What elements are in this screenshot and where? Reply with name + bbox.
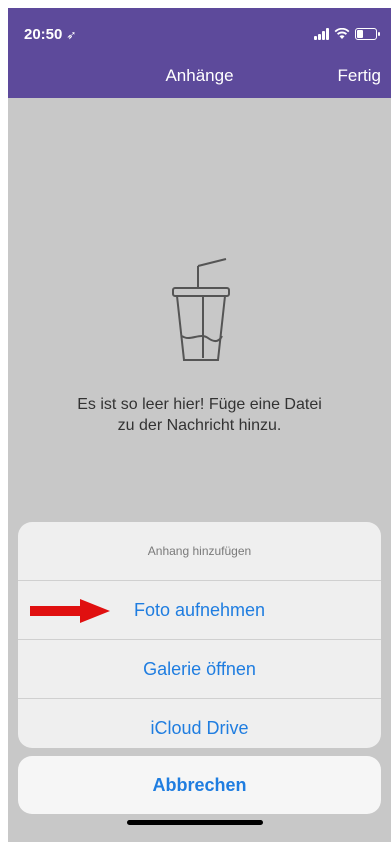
done-button[interactable]: Fertig	[338, 66, 381, 86]
action-sheet-title: Anhang hinzufügen	[18, 522, 381, 581]
red-arrow-icon	[30, 599, 110, 623]
phone-screen: 20:50 ➶ Anhänge Fertig Es ist so leer hi…	[8, 8, 391, 842]
home-indicator[interactable]	[127, 820, 263, 825]
top-bar: 20:50 ➶ Anhänge Fertig	[8, 8, 391, 98]
status-time: 20:50 ➶	[24, 26, 77, 43]
wifi-icon	[334, 28, 350, 39]
icloud-drive-option[interactable]: iCloud Drive	[18, 699, 381, 748]
signal-icon	[314, 28, 329, 40]
take-photo-option[interactable]: Foto aufnehmen	[18, 581, 381, 640]
action-sheet: Anhang hinzufügen Foto aufnehmen Galerie…	[18, 522, 381, 748]
empty-state: Es ist so leer hier! Füge eine Datei zu …	[8, 258, 391, 436]
battery-icon	[355, 28, 380, 40]
page-title: Anhänge	[165, 66, 234, 85]
location-icon: ➶	[66, 28, 77, 42]
open-gallery-option[interactable]: Galerie öffnen	[18, 640, 381, 699]
empty-state-message: Es ist so leer hier! Füge eine Datei zu …	[77, 396, 322, 434]
cup-with-straw-icon	[171, 258, 230, 361]
status-bar: 20:50 ➶	[8, 26, 391, 46]
cancel-button[interactable]: Abbrechen	[18, 756, 381, 814]
status-indicators	[314, 28, 380, 40]
